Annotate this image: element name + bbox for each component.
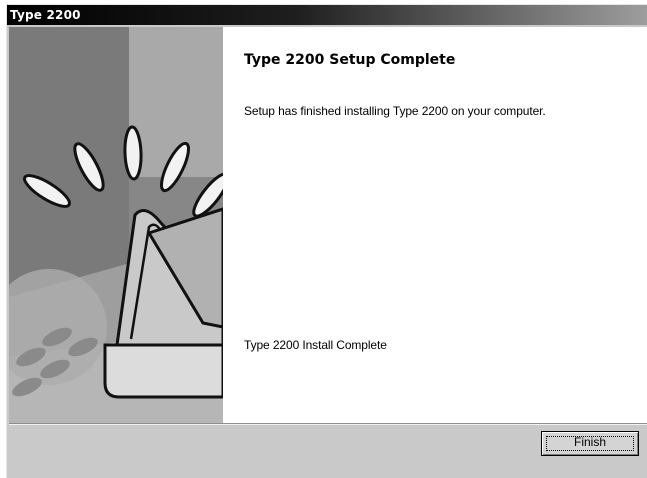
window-title: Type 2200 [10,8,81,22]
finish-button[interactable]: Finish [541,431,639,456]
install-status-text: Type 2200 Install Complete [244,338,387,352]
footer-separator [9,423,647,425]
product-install-illustration [9,27,223,423]
title-bar[interactable]: Type 2200 [7,5,647,25]
setup-complete-heading: Type 2200 Setup Complete [244,52,456,68]
setup-banner [9,27,223,423]
setup-window: Type 2200 Type 2200 Setup Complete Setup… [6,4,647,478]
setup-content-panel: Type 2200 Setup Complete Setup has finis… [223,27,647,423]
setup-finished-message: Setup has finished installing Type 2200 … [244,104,546,118]
finish-button-label: Finish [573,435,606,449]
